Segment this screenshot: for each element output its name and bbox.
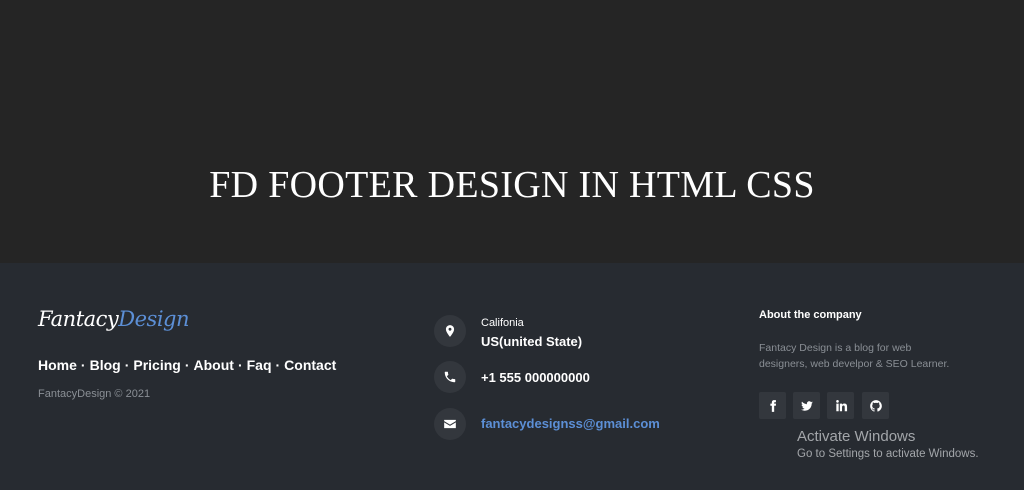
- linkedin-icon[interactable]: [827, 392, 854, 419]
- link-separator: ·: [275, 357, 281, 373]
- footer: FantacyDesign Home · Blog · Pricing · About · Fa…: [0, 263, 1024, 490]
- phone-number: +1 555 000000000: [481, 370, 590, 385]
- phone-icon: [434, 361, 466, 393]
- twitter-icon[interactable]: [793, 392, 820, 419]
- footer-nav: Home · Blog · Pricing · About · Faq · Contact: [38, 357, 336, 373]
- link-separator: ·: [80, 357, 86, 373]
- activate-windows-title: Activate Windows: [797, 428, 916, 445]
- footer-link-faq[interactable]: Faq: [247, 357, 272, 373]
- link-separator: ·: [237, 357, 243, 373]
- envelope-icon: [434, 408, 466, 440]
- footer-link-home[interactable]: Home: [38, 357, 77, 373]
- location-country: US(united State): [481, 334, 583, 349]
- hero-section: FD FOOTER DESIGN IN HTML CSS: [0, 0, 1024, 263]
- logo[interactable]: FantacyDesign: [38, 307, 190, 331]
- footer-link-blog[interactable]: Blog: [90, 357, 121, 373]
- email-link[interactable]: fantacydesignss@gmail.com: [481, 416, 660, 431]
- activate-windows-subtitle: Go to Settings to activate Windows.: [797, 448, 979, 460]
- about-text: Fantacy Design is a blog for web designe…: [759, 342, 950, 370]
- footer-link-contact[interactable]: Contact: [284, 357, 336, 373]
- logo-text-primary: Fantacy: [38, 307, 119, 331]
- footer-link-about[interactable]: About: [194, 357, 234, 373]
- map-marker-icon: [434, 315, 466, 347]
- github-icon[interactable]: [862, 392, 889, 419]
- link-separator: ·: [124, 357, 130, 373]
- location-city: Califonia: [481, 317, 524, 329]
- about-title: About the company: [759, 309, 862, 321]
- facebook-icon[interactable]: [759, 392, 786, 419]
- copyright-text: FantacyDesign © 2021: [38, 388, 151, 400]
- link-separator: ·: [184, 357, 190, 373]
- footer-link-pricing[interactable]: Pricing: [133, 357, 180, 373]
- logo-text-accent: Design: [118, 307, 190, 331]
- hero-title: FD FOOTER DESIGN IN HTML CSS: [209, 164, 815, 206]
